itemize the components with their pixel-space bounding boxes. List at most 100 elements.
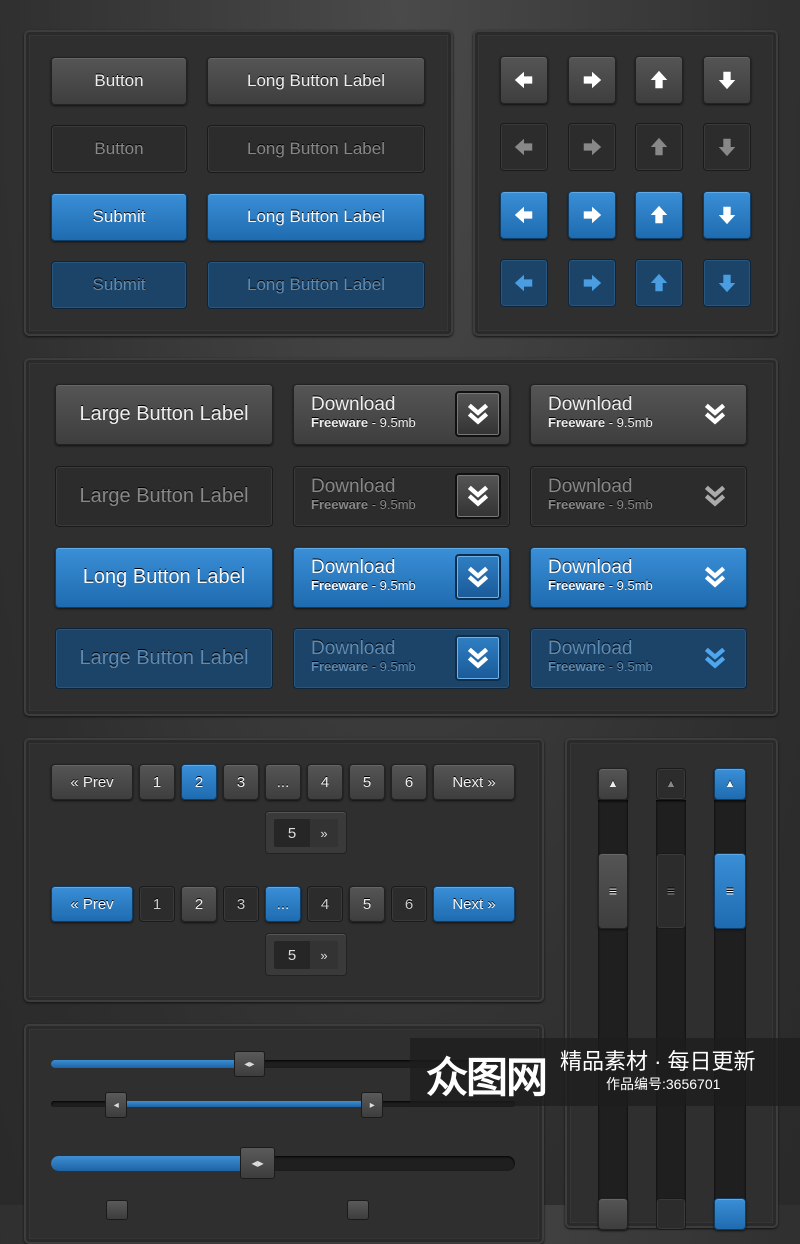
arrow-up-button[interactable] xyxy=(635,259,683,307)
arrow-down-icon xyxy=(716,272,738,294)
arrow-right-button[interactable] xyxy=(568,259,616,307)
scroll-down-button[interactable] xyxy=(598,1198,628,1230)
arrow-right-icon xyxy=(581,204,603,226)
page-button[interactable]: 1 xyxy=(139,764,175,800)
range-handle-low[interactable]: ◂ xyxy=(105,1092,128,1118)
page-button[interactable]: 2 xyxy=(181,764,217,800)
slider-fill xyxy=(51,1060,246,1068)
arrow-left-icon xyxy=(513,69,535,91)
arrow-down-button[interactable] xyxy=(703,259,751,307)
scroll-down-button[interactable] xyxy=(714,1198,746,1230)
arrow-left-button[interactable] xyxy=(500,259,548,307)
prev-button[interactable]: « Prev xyxy=(51,764,133,800)
arrow-down-button[interactable] xyxy=(703,123,751,171)
download-button[interactable]: Download Freeware - 9.5mb xyxy=(293,466,510,527)
scroll-up-button[interactable]: ▲ xyxy=(656,768,686,800)
page-button[interactable]: 4 xyxy=(307,886,343,922)
page-button[interactable]: ... xyxy=(265,886,301,922)
arrow-up-button[interactable] xyxy=(635,123,683,171)
arrow-right-button[interactable] xyxy=(568,56,616,104)
button[interactable]: Button xyxy=(51,57,187,105)
scroll-thumb[interactable]: ≡ xyxy=(656,853,686,929)
watermark-logo: 众图网 xyxy=(426,1054,548,1101)
arrow-right-button[interactable] xyxy=(568,123,616,171)
arrow-up-button[interactable] xyxy=(635,191,683,239)
page-button[interactable]: 3 xyxy=(223,764,259,800)
arrow-left-icon xyxy=(513,204,535,226)
scroll-down-button[interactable] xyxy=(656,1198,686,1230)
page-jump-go-button[interactable]: » xyxy=(310,941,338,969)
page-button[interactable]: 2 xyxy=(181,886,217,922)
download-button[interactable]: Download Freeware - 9.5mb xyxy=(530,384,747,445)
page-jump-go-button[interactable]: » xyxy=(310,819,338,847)
arrow-down-button[interactable] xyxy=(703,191,751,239)
range-handle-high[interactable]: ▸ xyxy=(361,1092,384,1118)
download-size: - 9.5mb xyxy=(605,659,653,674)
large-button[interactable]: Long Button Label xyxy=(55,547,273,608)
large-button[interactable]: Large Button Label xyxy=(55,628,273,689)
long-button[interactable]: Long Button Label xyxy=(207,261,425,309)
range-handle[interactable] xyxy=(106,1200,128,1220)
next-button[interactable]: Next » xyxy=(433,886,515,922)
arrow-up-button[interactable] xyxy=(635,56,683,104)
chevron-right-icon: ▸ xyxy=(369,1099,375,1111)
page-button[interactable]: 1 xyxy=(139,886,175,922)
scroll-thumb[interactable]: ≡ xyxy=(714,853,746,929)
arrow-left-icon xyxy=(513,136,535,158)
page-jump-value: 5 xyxy=(287,824,297,842)
page-button[interactable]: ... xyxy=(265,764,301,800)
download-button[interactable]: Download Freeware - 9.5mb xyxy=(530,547,747,608)
arrow-right-icon xyxy=(581,69,603,91)
arrow-left-button[interactable] xyxy=(500,123,548,171)
resize-horizontal-icon: ◂▸ xyxy=(244,1058,255,1070)
page-button[interactable]: 3 xyxy=(223,886,259,922)
download-title: Download xyxy=(311,557,396,578)
large-button[interactable]: Large Button Label xyxy=(55,466,273,527)
long-button[interactable]: Long Button Label xyxy=(207,125,425,173)
arrow-down-button[interactable] xyxy=(703,56,751,104)
page-button[interactable]: 5 xyxy=(349,764,385,800)
arrow-left-button[interactable] xyxy=(500,56,548,104)
triangle-up-icon: ▲ xyxy=(607,778,619,790)
next-button[interactable]: Next » xyxy=(433,764,515,800)
arrow-right-icon xyxy=(581,272,603,294)
prev-button[interactable]: « Prev xyxy=(51,886,133,922)
download-size: - 9.5mb xyxy=(368,415,416,430)
download-button[interactable]: Download Freeware - 9.5mb xyxy=(530,628,747,689)
double-chevron-down-icon xyxy=(455,473,501,519)
page-button[interactable]: 6 xyxy=(391,764,427,800)
page-jump-input[interactable]: 5» xyxy=(274,819,338,847)
download-button[interactable]: Download Freeware - 9.5mb xyxy=(293,547,510,608)
page-jump-popup: 5» xyxy=(265,811,347,854)
long-button[interactable]: Long Button Label xyxy=(207,193,425,241)
grip-icon: ≡ xyxy=(666,883,676,899)
download-subtitle: Freeware - 9.5mb xyxy=(548,497,653,513)
arrow-left-button[interactable] xyxy=(500,191,548,239)
download-title: Download xyxy=(548,557,633,578)
page-button[interactable]: 6 xyxy=(391,886,427,922)
page-button[interactable]: 4 xyxy=(307,764,343,800)
page-jump-input[interactable]: 5» xyxy=(274,941,338,969)
page-button[interactable]: 5 xyxy=(349,886,385,922)
download-type: Freeware xyxy=(548,578,606,593)
slider-handle-large[interactable]: ◂▸ xyxy=(240,1147,276,1179)
arrow-left-icon xyxy=(513,272,535,294)
button[interactable]: Submit xyxy=(51,261,187,309)
button[interactable]: Button xyxy=(51,125,187,173)
arrow-up-icon xyxy=(648,136,670,158)
range-handle[interactable] xyxy=(347,1200,369,1220)
button[interactable]: Submit xyxy=(51,193,187,241)
large-button[interactable]: Large Button Label xyxy=(55,384,273,445)
download-button[interactable]: Download Freeware - 9.5mb xyxy=(293,384,510,445)
scroll-thumb[interactable]: ≡ xyxy=(598,853,628,929)
download-button[interactable]: Download Freeware - 9.5mb xyxy=(293,628,510,689)
long-button[interactable]: Long Button Label xyxy=(207,57,425,105)
scroll-up-button[interactable]: ▲ xyxy=(598,768,628,800)
download-subtitle: Freeware - 9.5mb xyxy=(548,659,653,675)
arrow-right-button[interactable] xyxy=(568,191,616,239)
scroll-up-button[interactable]: ▲ xyxy=(714,768,746,800)
grip-icon: ≡ xyxy=(725,883,735,899)
download-button[interactable]: Download Freeware - 9.5mb xyxy=(530,466,747,527)
slider-handle[interactable]: ◂▸ xyxy=(233,1051,265,1077)
download-subtitle: Freeware - 9.5mb xyxy=(311,659,416,675)
